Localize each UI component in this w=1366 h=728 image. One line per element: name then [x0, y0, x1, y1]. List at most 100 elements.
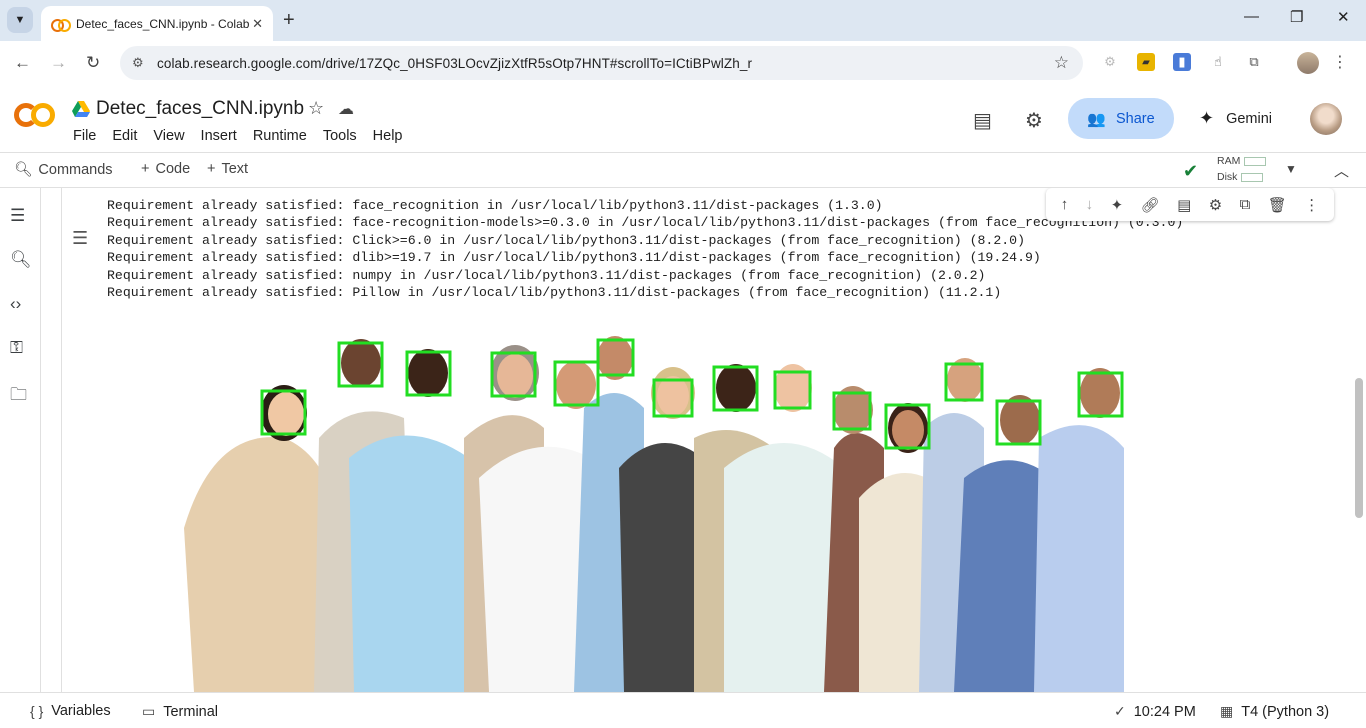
extensions-puzzle-icon[interactable]: ⧉: [1245, 53, 1263, 71]
add-text-button[interactable]: + Text: [207, 161, 248, 177]
tab-search-button[interactable]: ▼: [7, 7, 33, 33]
menu-runtime[interactable]: Runtime: [253, 128, 307, 144]
runtime-info[interactable]: ▦ T4 (Python 3): [1220, 703, 1329, 720]
google-drive-icon[interactable]: [72, 101, 90, 117]
address-bar-row: ← → ↻ ⚙ colab.research.google.com/drive/…: [0, 41, 1366, 86]
browser-profile-avatar[interactable]: [1297, 52, 1319, 74]
output-line: Requirement already satisfied: numpy in …: [107, 267, 986, 283]
search-icon: 🔍︎: [14, 162, 33, 178]
menu-help[interactable]: Help: [373, 128, 403, 144]
face-detection-image: [184, 336, 1124, 692]
browser-tab-strip: ▼ Detec_faces_CNN.ipynb - Colab ✕ + — ❐ …: [0, 0, 1366, 41]
status-bar: { } Variables ▭ Terminal ✓ 10:24 PM ▦ T4…: [0, 692, 1366, 728]
cell-toolbar: ↑ ↓ ✦ 🔗︎ ▤ ⚙ ⧉ 🗑︎ ⋮: [1046, 188, 1334, 221]
menu-edit[interactable]: Edit: [112, 128, 137, 144]
extension-icon[interactable]: ⚙: [1101, 53, 1119, 71]
runtime-label: T4 (Python 3): [1241, 703, 1330, 720]
output-line: Requirement already satisfied: Click>=6.…: [107, 232, 1025, 248]
left-sidebar: ☰ 🔍︎ ‹› ⚿ 🗀: [0, 188, 41, 692]
close-window-icon[interactable]: ✕: [1337, 8, 1350, 26]
folder-extension-icon[interactable]: ▰: [1137, 53, 1155, 71]
terminal-button[interactable]: ▭ Terminal: [142, 703, 218, 720]
output-line: Requirement already satisfied: Pillow in…: [107, 285, 1002, 301]
account-avatar[interactable]: [1310, 103, 1342, 135]
runtime-icon: ▦: [1220, 703, 1234, 719]
comment-icon[interactable]: ▤: [1177, 196, 1191, 214]
comments-icon[interactable]: ▤: [973, 108, 992, 133]
find-replace-icon[interactable]: 🔍︎: [10, 250, 32, 270]
menu-bar: File Edit View Insert Runtime Tools Help: [73, 128, 419, 144]
connected-check-icon[interactable]: ✔: [1183, 161, 1198, 182]
add-code-button[interactable]: + Code: [141, 161, 190, 177]
plus-icon: +: [207, 161, 216, 177]
gemini-label: Gemini: [1226, 110, 1273, 127]
settings-gear-icon[interactable]: ⚙: [1025, 108, 1043, 133]
mirror-cell-icon[interactable]: ⧉: [1240, 196, 1251, 213]
docs-extension-icon[interactable]: ▮: [1173, 53, 1191, 71]
gemini-sparkle-icon: ✦: [1199, 108, 1215, 128]
reload-icon[interactable]: ↻: [86, 53, 100, 73]
chevron-down-icon: ▼: [14, 14, 26, 26]
bookmark-star-icon[interactable]: ☆: [1054, 53, 1069, 73]
menu-file[interactable]: File: [73, 128, 96, 144]
move-down-icon[interactable]: ↓: [1086, 196, 1094, 213]
browser-tab[interactable]: Detec_faces_CNN.ipynb - Colab ✕: [41, 6, 273, 41]
notebook-toolbar: 🔍︎ Commands + Code + Text ✔ RAM Disk ▼ ︿: [0, 152, 1366, 188]
output-line: Requirement already satisfied: face-reco…: [107, 215, 1184, 231]
browser-menu-icon[interactable]: ⋮: [1331, 53, 1349, 71]
address-bar[interactable]: ⚙ colab.research.google.com/drive/17ZQc_…: [120, 46, 1083, 80]
new-tab-icon[interactable]: +: [283, 9, 295, 32]
output-actions-icon[interactable]: ☰: [72, 228, 88, 249]
terminal-label: Terminal: [163, 703, 219, 720]
restore-icon[interactable]: ❐: [1290, 8, 1303, 26]
move-up-icon[interactable]: ↑: [1061, 196, 1069, 213]
output-line: Requirement already satisfied: dlib>=19.…: [107, 250, 1041, 266]
url-text: colab.research.google.com/drive/17ZQc_0H…: [157, 55, 753, 71]
menu-insert[interactable]: Insert: [201, 128, 237, 144]
star-notebook-icon[interactable]: ☆: [308, 98, 324, 119]
link-icon[interactable]: 🔗︎: [1141, 196, 1160, 214]
people-icon: 👥: [1087, 110, 1106, 128]
menu-view[interactable]: View: [153, 128, 184, 144]
terminal-icon: ▭: [142, 703, 156, 719]
execution-time: 10:24 PM: [1133, 703, 1196, 720]
disk-indicator[interactable]: Disk: [1217, 171, 1264, 183]
secrets-key-icon[interactable]: ⚿: [10, 338, 23, 358]
code-snippets-icon[interactable]: ‹›: [10, 294, 21, 314]
touch-extension-icon[interactable]: ☝: [1209, 53, 1227, 71]
code-cell-output: ☰ Requirement already satisfied: face_re…: [61, 188, 1349, 692]
braces-icon: { }: [30, 703, 44, 719]
delete-icon[interactable]: 🗑︎: [1268, 196, 1287, 214]
cell-settings-icon[interactable]: ⚙: [1209, 196, 1222, 214]
gemini-cell-icon[interactable]: ✦: [1111, 196, 1124, 214]
chevron-up-icon[interactable]: ︿: [1334, 160, 1349, 181]
commands-label: Commands: [38, 161, 113, 178]
menu-tools[interactable]: Tools: [323, 128, 357, 144]
share-label: Share: [1115, 110, 1155, 127]
site-info-icon[interactable]: ⚙: [132, 55, 148, 71]
scrollbar-thumb[interactable]: [1355, 378, 1363, 518]
close-tab-icon[interactable]: ✕: [252, 16, 263, 32]
code-label: Code: [155, 161, 191, 177]
pip-output: Requirement already satisfied: face_reco…: [107, 197, 1183, 301]
back-icon[interactable]: ←: [14, 53, 31, 73]
colab-logo-icon[interactable]: [14, 103, 56, 127]
minimize-icon[interactable]: —: [1244, 8, 1259, 25]
cloud-saved-icon[interactable]: ☁: [338, 99, 354, 119]
notebook-scrollbar[interactable]: [1353, 188, 1366, 692]
commands-button[interactable]: 🔍︎ Commands: [14, 161, 113, 179]
runtime-dropdown-icon[interactable]: ▼: [1285, 162, 1297, 176]
ram-indicator[interactable]: RAM: [1217, 155, 1267, 167]
execution-status[interactable]: ✓ 10:24 PM: [1114, 703, 1196, 720]
table-of-contents-icon[interactable]: ☰: [10, 206, 25, 226]
gemini-button[interactable]: ✦ Gemini: [1199, 108, 1272, 129]
share-button[interactable]: 👥 Share: [1068, 98, 1174, 139]
colab-favicon-icon: [51, 18, 71, 32]
forward-icon[interactable]: →: [50, 53, 67, 73]
tab-title: Detec_faces_CNN.ipynb - Colab: [76, 16, 250, 31]
files-folder-icon[interactable]: 🗀: [10, 382, 27, 411]
variables-button[interactable]: { } Variables: [30, 703, 111, 719]
output-line: Requirement already satisfied: face_reco…: [107, 198, 883, 213]
notebook-title[interactable]: Detec_faces_CNN.ipynb: [96, 98, 304, 120]
more-icon[interactable]: ⋮: [1304, 196, 1319, 214]
